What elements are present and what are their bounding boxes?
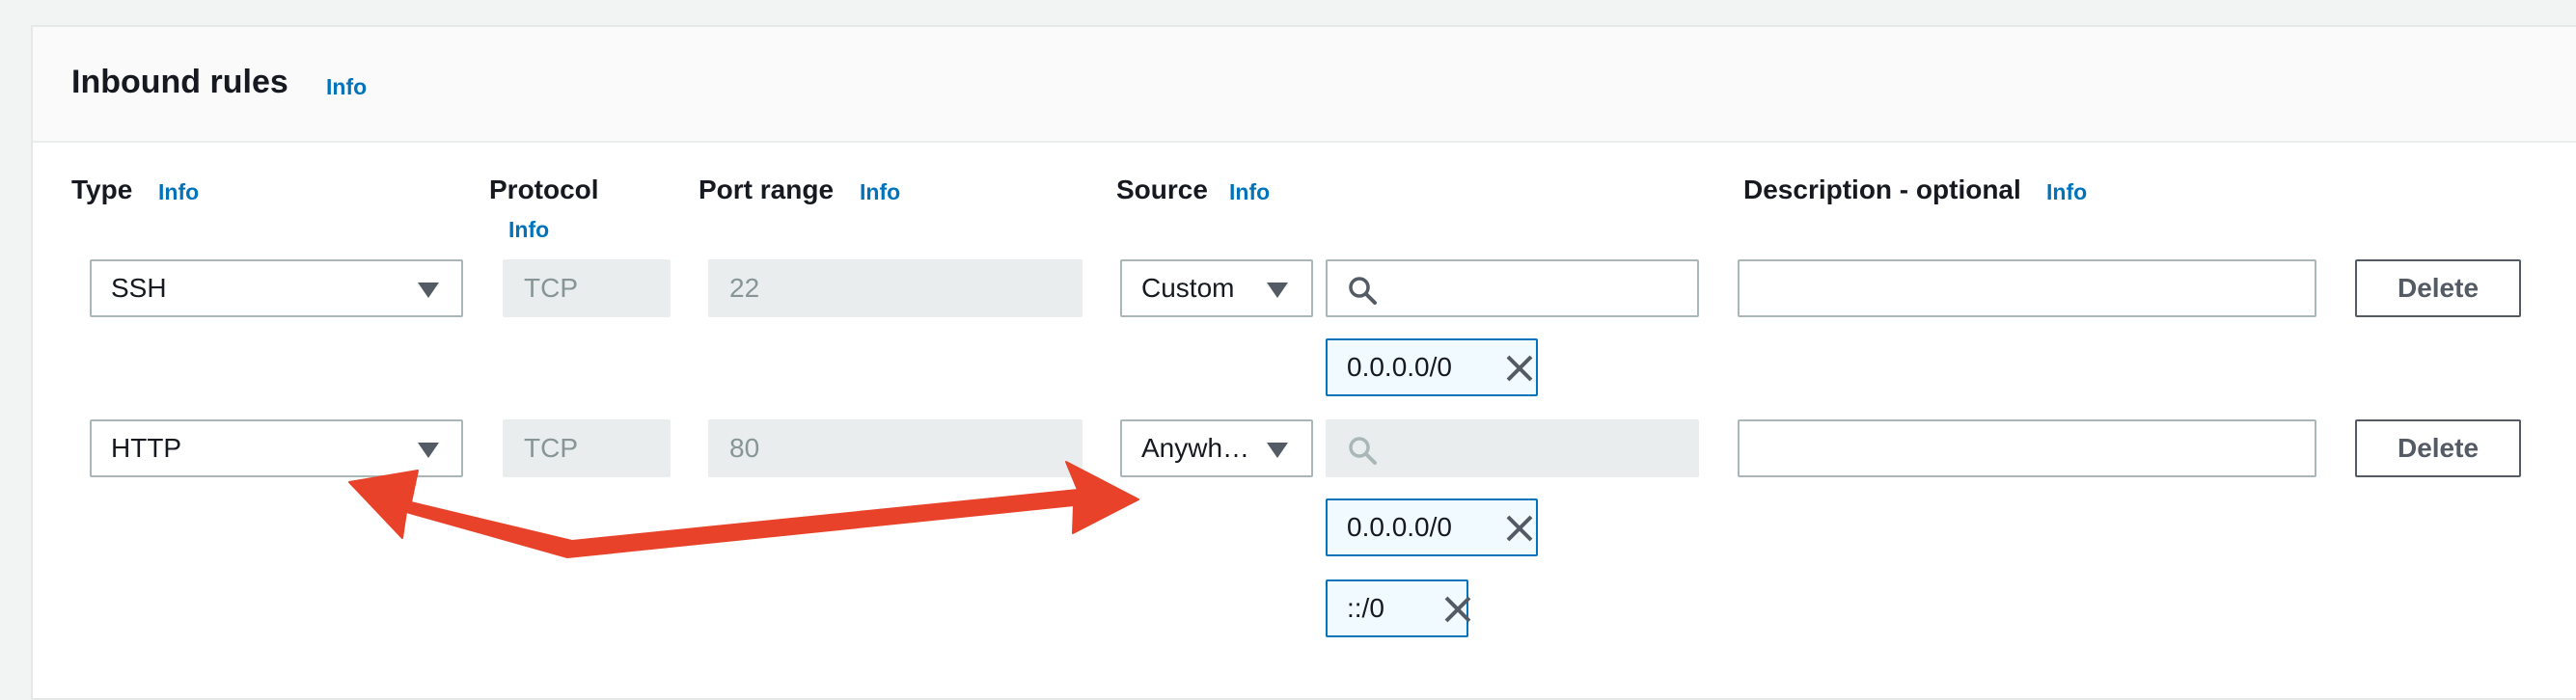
rule-2-source-select[interactable]: Anywh…	[1120, 419, 1313, 477]
search-icon	[1349, 437, 1377, 465]
column-header-port-range: Port range	[699, 175, 835, 204]
search-icon	[1349, 277, 1377, 305]
rule-2-description-input[interactable]	[1738, 419, 2316, 477]
rule-1-delete-button[interactable]: Delete	[2355, 259, 2521, 317]
rule-2-token-label: ::/0	[1347, 593, 1384, 623]
rule-1-type-select[interactable]: SSH	[90, 259, 463, 317]
caret-down-icon	[418, 283, 439, 298]
rule-1-source-select[interactable]: Custom	[1120, 259, 1313, 317]
rule-1-type-value: SSH	[111, 273, 167, 303]
rule-1-source-value: Custom	[1141, 273, 1235, 303]
type-info-link[interactable]: Info	[158, 179, 199, 205]
section-title: Inbound rules	[71, 64, 288, 100]
port-range-info-link[interactable]: Info	[860, 179, 900, 205]
panel-header	[33, 27, 2576, 143]
rule-2-protocol-field: TCP	[503, 419, 671, 477]
close-icon[interactable]	[1443, 595, 1472, 624]
column-header-source: Source	[1116, 175, 1208, 204]
caret-down-icon	[418, 443, 439, 458]
caret-down-icon	[1267, 283, 1288, 298]
column-header-type: Type	[71, 175, 133, 204]
rule-2-source-token: ::/0	[1326, 579, 1471, 637]
inbound-rules-panel	[31, 25, 2576, 700]
section-info-link[interactable]: Info	[326, 74, 367, 100]
rule-1-source-search-input[interactable]	[1326, 259, 1699, 317]
column-header-description: Description - optional	[1743, 175, 2021, 204]
rule-2-delete-button[interactable]: Delete	[2355, 419, 2521, 477]
column-header-protocol: Protocol	[489, 175, 599, 204]
rule-2-type-value: HTTP	[111, 433, 182, 463]
rule-2-type-select[interactable]: HTTP	[90, 419, 463, 477]
rule-1-token-label: 0.0.0.0/0	[1347, 352, 1452, 382]
rule-2-source-value: Anywh…	[1141, 433, 1250, 463]
description-info-link[interactable]: Info	[2046, 179, 2087, 205]
rule-2-port-range-field: 80	[708, 419, 1082, 477]
rule-1-source-token: 0.0.0.0/0	[1326, 338, 1538, 396]
rule-1-description-input[interactable]	[1738, 259, 2316, 317]
caret-down-icon	[1267, 443, 1288, 458]
rule-2-source-search-input	[1326, 419, 1699, 477]
rule-1-protocol-field: TCP	[503, 259, 671, 317]
rule-2-source-token: 0.0.0.0/0	[1326, 498, 1538, 556]
protocol-info-link[interactable]: Info	[508, 217, 549, 243]
close-icon[interactable]	[1505, 354, 1534, 383]
close-icon[interactable]	[1505, 514, 1534, 543]
rule-2-token-label: 0.0.0.0/0	[1347, 512, 1452, 542]
source-info-link[interactable]: Info	[1229, 179, 1270, 205]
rule-1-port-range-field: 22	[708, 259, 1082, 317]
